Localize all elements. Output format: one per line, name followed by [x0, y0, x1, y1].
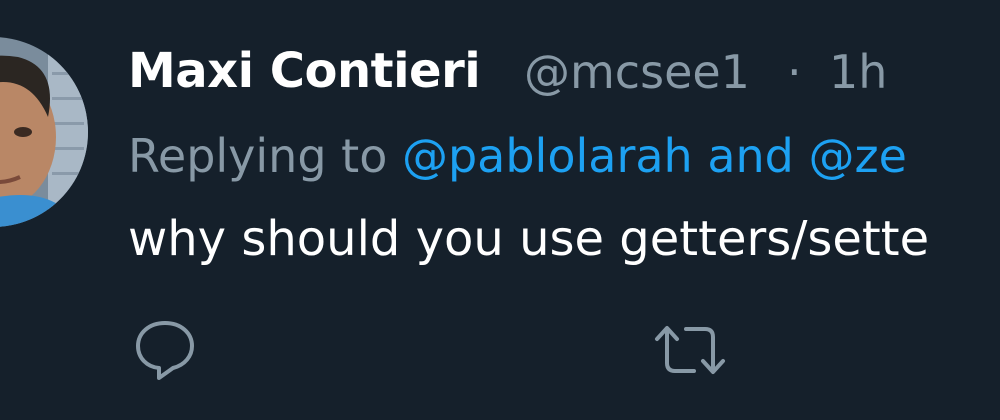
reply-icon	[136, 321, 194, 380]
replying-to-label: Replying to	[128, 129, 388, 183]
author-handle[interactable]: @mcsee1	[524, 45, 750, 99]
retweet-icon	[655, 326, 725, 374]
tweet-card[interactable]: Maxi Contieri @mcsee1 · 1h Replying to @…	[0, 0, 1000, 420]
replying-to-mentions[interactable]: @pablolarah and @ze	[402, 129, 907, 183]
retweet-button[interactable]	[648, 313, 732, 387]
reply-button[interactable]	[128, 313, 202, 387]
author-name[interactable]: Maxi Contieri	[128, 43, 481, 99]
timestamp[interactable]: 1h	[829, 45, 887, 99]
separator-dot: ·	[787, 45, 802, 99]
avatar-image	[0, 37, 88, 227]
tweet-body: why should you use getters/sette	[128, 211, 930, 267]
replying-to-line: Replying to @pablolarah and @ze	[128, 129, 907, 183]
avatar[interactable]	[0, 37, 88, 227]
